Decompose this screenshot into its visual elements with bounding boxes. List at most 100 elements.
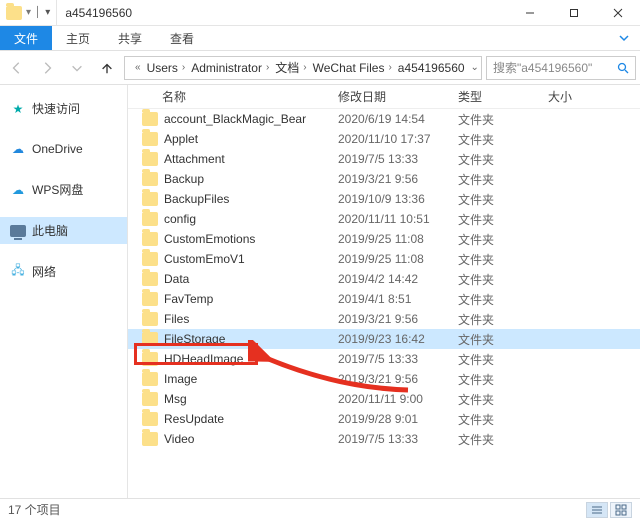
search-icon bbox=[617, 62, 629, 74]
ribbon-home-tab[interactable]: 主页 bbox=[52, 26, 104, 50]
file-row[interactable]: CustomEmotions2019/9/25 11:08文件夹 bbox=[128, 229, 640, 249]
ribbon-share-tab[interactable]: 共享 bbox=[104, 26, 156, 50]
folder-icon bbox=[142, 272, 158, 286]
back-button[interactable] bbox=[4, 55, 30, 81]
file-row[interactable]: account_BlackMagic_Bear2020/6/19 14:54文件… bbox=[128, 109, 640, 129]
ribbon-view-tab[interactable]: 查看 bbox=[156, 26, 208, 50]
col-type-header[interactable]: 类型 bbox=[458, 88, 548, 105]
maximize-button[interactable] bbox=[552, 0, 596, 26]
folder-icon bbox=[142, 312, 158, 326]
network-icon: 🖧 bbox=[10, 264, 26, 280]
star-icon: ★ bbox=[10, 101, 26, 117]
file-date: 2019/9/28 9:01 bbox=[338, 412, 458, 426]
file-date: 2019/9/25 11:08 bbox=[338, 252, 458, 266]
file-date: 2019/9/25 11:08 bbox=[338, 232, 458, 246]
folder-icon bbox=[142, 112, 158, 126]
file-name: CustomEmoV1 bbox=[164, 252, 245, 266]
breadcrumb-label[interactable]: Administrator bbox=[191, 61, 262, 75]
file-row[interactable]: Backup2019/3/21 9:56文件夹 bbox=[128, 169, 640, 189]
folder-icon bbox=[142, 292, 158, 306]
file-row[interactable]: Msg2020/11/11 9:00文件夹 bbox=[128, 389, 640, 409]
ribbon-file-tab[interactable]: 文件 bbox=[0, 26, 52, 50]
breadcrumb-seg-3: WeChat Files› bbox=[313, 61, 392, 75]
breadcrumb-label[interactable]: 文档 bbox=[275, 59, 299, 76]
file-type: 文件夹 bbox=[458, 211, 548, 228]
file-row[interactable]: HDHeadImage2019/7/5 13:33文件夹 bbox=[128, 349, 640, 369]
qat-divider: │ bbox=[35, 7, 41, 18]
folder-icon bbox=[142, 132, 158, 146]
folder-icon bbox=[142, 192, 158, 206]
file-type: 文件夹 bbox=[458, 251, 548, 268]
sidebar-item-wps[interactable]: ☁ WPS网盘 bbox=[0, 176, 127, 203]
qat: ▾ │ ▾ bbox=[0, 0, 57, 25]
file-type: 文件夹 bbox=[458, 191, 548, 208]
sidebar: ★ 快速访问 ☁ OneDrive ☁ WPS网盘 此电脑 🖧 网络 bbox=[0, 85, 128, 498]
file-name: FavTemp bbox=[164, 292, 213, 306]
file-row[interactable]: FavTemp2019/4/1 8:51文件夹 bbox=[128, 289, 640, 309]
folder-icon bbox=[142, 172, 158, 186]
file-row[interactable]: Applet2020/11/10 17:37文件夹 bbox=[128, 129, 640, 149]
file-name: Backup bbox=[164, 172, 204, 186]
folder-icon bbox=[142, 412, 158, 426]
col-size-header[interactable]: 大小 bbox=[548, 88, 640, 105]
sidebar-item-this-pc[interactable]: 此电脑 bbox=[0, 217, 127, 244]
file-name: FileStorage bbox=[164, 332, 225, 346]
search-input[interactable]: 搜索"a454196560" bbox=[486, 56, 636, 80]
address-bar[interactable]: « Users › Administrator › 文档 › WeChat Files… bbox=[124, 56, 482, 80]
sidebar-item-network[interactable]: 🖧 网络 bbox=[0, 258, 127, 285]
thumbnails-view-button[interactable] bbox=[610, 502, 632, 518]
file-row[interactable]: Video2019/7/5 13:33文件夹 bbox=[128, 429, 640, 449]
file-row[interactable]: BackupFiles2019/10/9 13:36文件夹 bbox=[128, 189, 640, 209]
address-tail: ⌄ bbox=[471, 62, 482, 74]
history-dropdown-button[interactable]: ⌄ bbox=[471, 62, 479, 73]
chevron-right-icon[interactable]: › bbox=[388, 62, 391, 73]
file-name: CustomEmotions bbox=[164, 232, 255, 246]
file-row[interactable]: CustomEmoV1 2019/9/25 11:08文件夹 bbox=[128, 249, 640, 269]
file-name: HDHeadImage bbox=[164, 352, 243, 366]
details-view-button[interactable] bbox=[586, 502, 608, 518]
folder-icon bbox=[142, 252, 158, 266]
sidebar-item-quick-access[interactable]: ★ 快速访问 bbox=[0, 95, 127, 122]
file-date: 2019/3/21 9:56 bbox=[338, 372, 458, 386]
file-list[interactable]: account_BlackMagic_Bear2020/6/19 14:54文件… bbox=[128, 109, 640, 449]
file-row[interactable]: ResUpdate2019/9/28 9:01文件夹 bbox=[128, 409, 640, 429]
up-button[interactable] bbox=[94, 55, 120, 81]
chevron-right-icon[interactable]: › bbox=[266, 62, 269, 73]
chevron-right-icon[interactable]: « bbox=[135, 62, 141, 73]
breadcrumb-label[interactable]: WeChat Files bbox=[313, 61, 385, 75]
file-type: 文件夹 bbox=[458, 111, 548, 128]
file-row[interactable]: Attachment2019/7/5 13:33文件夹 bbox=[128, 149, 640, 169]
forward-button[interactable] bbox=[34, 55, 60, 81]
file-row[interactable]: Image2019/3/21 9:56文件夹 bbox=[128, 369, 640, 389]
breadcrumb-label[interactable]: Users bbox=[147, 61, 178, 75]
file-name: Video bbox=[164, 432, 194, 446]
chevron-right-icon[interactable]: › bbox=[182, 62, 185, 73]
file-name: Applet bbox=[164, 132, 198, 146]
qat-overflow-icon[interactable]: ▾ bbox=[45, 7, 50, 18]
file-row[interactable]: config 2020/11/11 10:51文件夹 bbox=[128, 209, 640, 229]
ribbon-tabs: 文件 主页 共享 查看 bbox=[0, 26, 640, 51]
file-row[interactable]: Data2019/4/2 14:42文件夹 bbox=[128, 269, 640, 289]
folder-icon bbox=[142, 212, 158, 226]
chevron-right-icon[interactable]: › bbox=[303, 62, 306, 73]
col-name-header[interactable]: 名称 bbox=[128, 88, 338, 105]
minimize-button[interactable] bbox=[508, 0, 552, 26]
close-button[interactable] bbox=[596, 0, 640, 26]
recent-locations-button[interactable] bbox=[64, 55, 90, 81]
file-row[interactable]: FileStorage2019/9/23 16:42文件夹 bbox=[128, 329, 640, 349]
status-bar: 17 个项目 bbox=[0, 498, 640, 520]
ribbon-expand-button[interactable] bbox=[608, 26, 640, 50]
file-date: 2020/11/11 10:51 bbox=[338, 212, 458, 226]
file-date: 2019/3/21 9:56 bbox=[338, 312, 458, 326]
breadcrumb-seg-0: Users › bbox=[147, 61, 186, 75]
breadcrumb-seg-2: 文档 › bbox=[275, 59, 306, 76]
folder-dropdown-icon[interactable]: ▾ bbox=[26, 7, 31, 18]
sidebar-item-label: OneDrive bbox=[32, 142, 83, 156]
col-date-header[interactable]: 修改日期 bbox=[338, 88, 458, 105]
file-type: 文件夹 bbox=[458, 411, 548, 428]
file-name: config bbox=[164, 212, 196, 226]
sidebar-item-onedrive[interactable]: ☁ OneDrive bbox=[0, 136, 127, 162]
file-date: 2020/11/10 17:37 bbox=[338, 132, 458, 146]
breadcrumb-label[interactable]: a454196560 bbox=[398, 61, 465, 75]
file-row[interactable]: Files2019/3/21 9:56文件夹 bbox=[128, 309, 640, 329]
